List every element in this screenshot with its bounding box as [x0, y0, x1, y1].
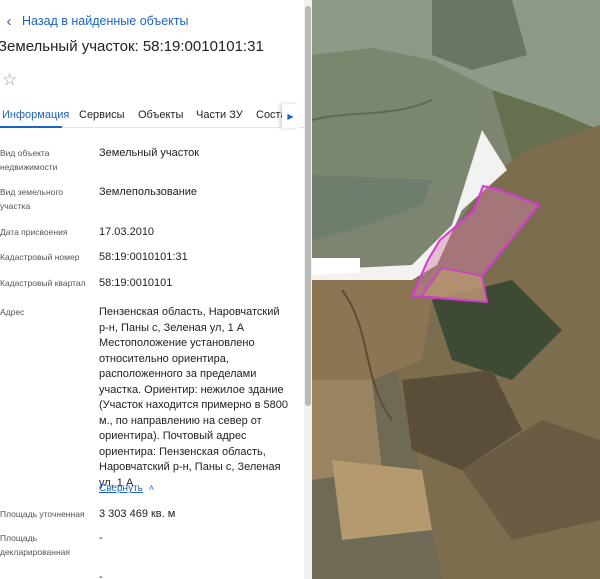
collapse-address-link[interactable]: Свернуть ˄: [99, 483, 154, 494]
info-panel: ‹ Назад в найденные объекты Земельный уч…: [0, 0, 312, 579]
back-link-label: Назад в найденные объекты: [22, 14, 189, 28]
chevron-right-icon: ▶: [287, 111, 294, 121]
field-sand: [332, 460, 432, 540]
area-specified-label: Площадь уточненная: [0, 509, 85, 519]
object-type-value: Земельный участок: [99, 147, 200, 159]
tab-bar: Информация Сервисы Объекты Части ЗУ Сост…: [0, 104, 304, 128]
scrollbar-thumb[interactable]: [305, 6, 311, 406]
address-label: Адрес: [0, 307, 25, 317]
object-type-label: Вид объекта недвижимости: [0, 148, 58, 172]
cadastral-number-label: Кадастровый номер: [0, 252, 80, 262]
satellite-map[interactable]: [312, 0, 600, 579]
tabs-scroll-right-button[interactable]: ▶: [282, 104, 299, 128]
cadastral-number-value: 58:19:0010101:31: [99, 251, 188, 263]
next-row-value-partial: -: [99, 571, 103, 579]
chevron-up-icon: ˄: [148, 483, 155, 493]
tab-land-parts[interactable]: Части ЗУ: [196, 109, 243, 121]
next-row-label-partial: [0, 570, 92, 579]
tab-information[interactable]: Информация: [2, 109, 69, 121]
back-link[interactable]: ‹ Назад в найденные объекты: [0, 11, 189, 31]
panel-scrollbar[interactable]: [304, 0, 312, 579]
collapse-address-label: Свернуть: [99, 483, 143, 494]
tab-objects[interactable]: Объекты: [138, 109, 183, 121]
star-outline-icon[interactable]: ☆: [2, 70, 17, 90]
area-declared-label: Площадь декларированная: [0, 533, 70, 557]
address-value: Пензенская область, Наровчатский р-н, Па…: [99, 306, 288, 489]
land-type-label: Вид земельного участка: [0, 187, 64, 211]
chevron-left-icon: ‹: [6, 12, 12, 30]
area-declared-value: -: [99, 532, 103, 544]
cadastral-quarter-value: 58:19:0010101: [99, 277, 173, 289]
area-specified-value: 3 303 469 кв. м: [99, 508, 176, 520]
tab-services[interactable]: Сервисы: [79, 109, 125, 121]
assigned-date-value: 17.03.2010: [99, 226, 155, 238]
map-canvas[interactable]: [312, 0, 600, 579]
page-title: Земельный участок: 58:19:0010101:31: [0, 38, 264, 55]
active-tab-indicator: [0, 126, 62, 128]
assigned-date-label: Дата присвоения: [0, 227, 68, 237]
land-type-value: Землепользование: [99, 186, 198, 198]
cadastral-quarter-label: Кадастровый квартал: [0, 278, 86, 288]
